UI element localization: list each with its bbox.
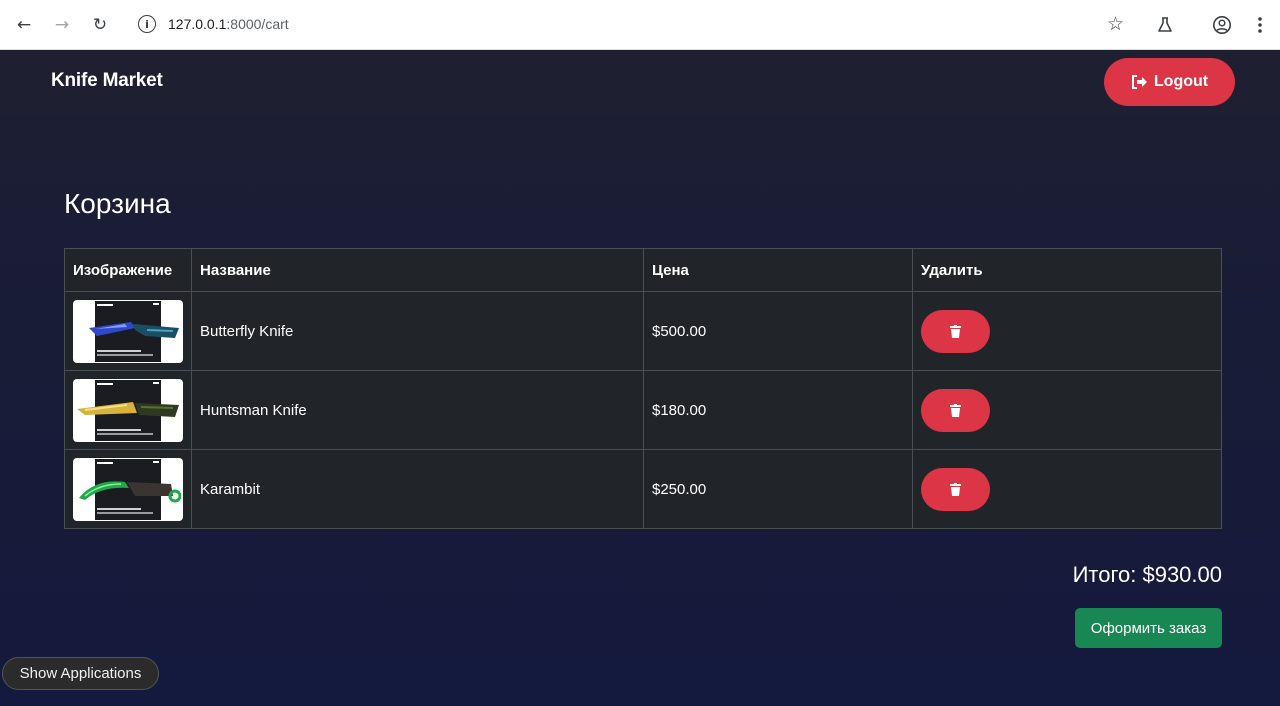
- delete-cell: [912, 449, 1222, 529]
- logout-label: Logout: [1153, 73, 1209, 90]
- table-row: Karambit $250.00: [64, 449, 1222, 529]
- header-delete: Удалить: [912, 248, 1222, 292]
- delete-button[interactable]: [921, 388, 990, 432]
- reload-icon[interactable]: ↻: [87, 12, 113, 38]
- menu-dots-icon[interactable]: [1247, 12, 1273, 38]
- delete-cell: [912, 291, 1222, 371]
- delete-cell: [912, 370, 1222, 450]
- table-row: Huntsman Knife $180.00: [64, 370, 1222, 450]
- karambit-image: [73, 457, 183, 521]
- butterfly-knife-image: [73, 299, 183, 363]
- header-name: Название: [191, 248, 644, 292]
- logout-button[interactable]: Logout: [1104, 58, 1235, 106]
- address-bar[interactable]: i 127.0.0.1:8000/cart ☆: [128, 6, 1138, 42]
- navbar: Knife Market Logout: [0, 50, 1280, 114]
- bookmark-star-icon[interactable]: ☆: [1107, 13, 1124, 35]
- labs-flask-icon[interactable]: [1152, 12, 1178, 38]
- forward-icon[interactable]: →: [49, 12, 75, 38]
- header-image: Изображение: [64, 248, 192, 292]
- url-path: :8000/cart: [226, 16, 289, 32]
- page-content: Knife Market Logout Корзина Изображение …: [0, 50, 1280, 706]
- logout-icon: [1131, 75, 1147, 89]
- item-name: Karambit: [191, 449, 644, 529]
- back-icon[interactable]: ←: [11, 12, 37, 38]
- profile-icon[interactable]: [1209, 12, 1235, 38]
- item-price: $250.00: [643, 449, 913, 529]
- header-price: Цена: [643, 248, 913, 292]
- image-cell: [64, 291, 192, 371]
- trash-icon: [950, 403, 961, 417]
- brand-logo[interactable]: Knife Market: [51, 70, 163, 92]
- checkout-button[interactable]: Оформить заказ: [1075, 608, 1222, 648]
- item-price: $180.00: [643, 370, 913, 450]
- image-cell: [64, 370, 192, 450]
- huntsman-knife-image: [73, 378, 183, 442]
- show-applications-button[interactable]: Show Applications: [2, 657, 159, 690]
- table-row: Butterfly Knife $500.00: [64, 291, 1222, 371]
- cart-total: Итого: $930.00: [1072, 562, 1222, 587]
- item-name: Huntsman Knife: [191, 370, 644, 450]
- site-info-icon[interactable]: i: [138, 15, 156, 33]
- table-header-row: Изображение Название Цена Удалить: [64, 248, 1222, 292]
- browser-toolbar: ← → ↻ i 127.0.0.1:8000/cart ☆: [0, 0, 1280, 50]
- delete-button[interactable]: [921, 309, 990, 353]
- image-cell: [64, 449, 192, 529]
- item-price: $500.00: [643, 291, 913, 371]
- trash-icon: [950, 482, 961, 496]
- url-host: 127.0.0.1: [168, 16, 227, 32]
- item-name: Butterfly Knife: [191, 291, 644, 371]
- page-title: Корзина: [64, 188, 171, 219]
- url-text[interactable]: 127.0.0.1:8000/cart: [168, 16, 289, 32]
- trash-icon: [950, 324, 961, 338]
- cart-table: Изображение Название Цена Удалить Butter…: [64, 248, 1222, 529]
- delete-button[interactable]: [921, 467, 990, 511]
